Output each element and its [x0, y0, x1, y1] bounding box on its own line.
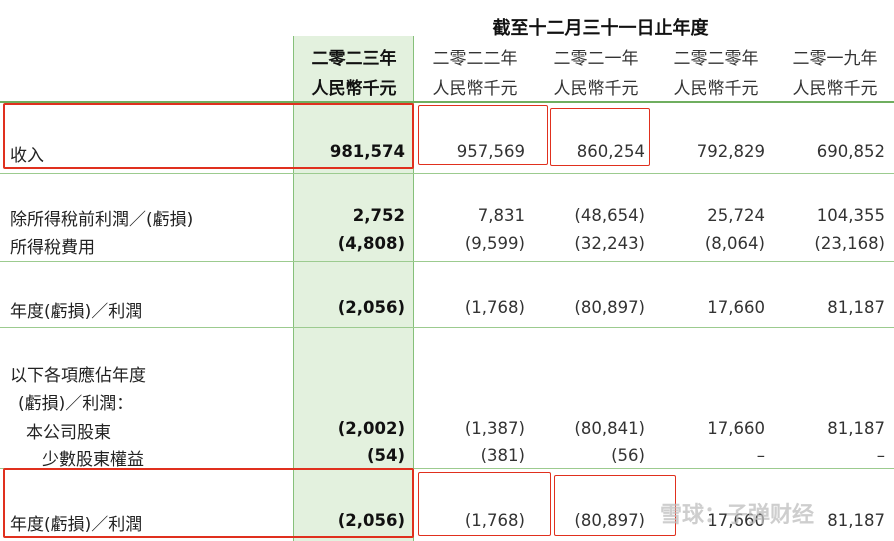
cell-revenue-2019: 690,852	[816, 142, 885, 161]
cell-pretax-2023: 2,752	[352, 206, 405, 225]
year-header-2020: 二零二零年	[673, 49, 759, 69]
cell-tax-2022: (9,599)	[464, 234, 525, 253]
unit-header-2019: 人民幣千元	[792, 79, 878, 99]
row-label-year-result: 年度(虧損)／利潤	[10, 302, 143, 322]
period-caption: 截至十二月三十一日止年度	[492, 18, 709, 39]
highlight-box-total-2022	[418, 472, 551, 536]
unit-header-2020: 人民幣千元	[673, 79, 759, 99]
row-label-tax: 所得稅費用	[10, 238, 95, 258]
year-header-2022: 二零二二年	[432, 49, 518, 69]
year-header-2021: 二零二一年	[553, 49, 639, 69]
highlight-box-revenue-2021	[550, 108, 650, 166]
cell-tax-2020: (8,064)	[704, 234, 765, 253]
unit-header-2023: 人民幣千元	[311, 79, 397, 99]
year-header-2023: 二零二三年	[311, 49, 397, 69]
year-header-2019: 二零一九年	[792, 49, 878, 69]
cell-revenue-2020: 792,829	[696, 142, 765, 161]
row-label-pretax: 除所得稅前利潤／(虧損)	[10, 210, 194, 230]
cell-pretax-2020: 25,724	[707, 206, 765, 225]
cell-pretax-2021: (48,654)	[574, 206, 645, 225]
highlight-box-revenue-2022	[418, 105, 548, 165]
cell-year-result-2023: (2,056)	[337, 298, 405, 317]
divider-after-tax	[0, 261, 894, 262]
cell-year-result-2021: (80,897)	[574, 298, 645, 317]
cell-pretax-2022: 7,831	[477, 206, 525, 225]
attrib-title-line-1: 以下各項應佔年度	[10, 366, 146, 386]
attrib-title-line-2: (虧損)／利潤：	[18, 394, 134, 414]
unit-header-2022: 人民幣千元	[432, 79, 518, 99]
cell-minority-2020: –	[756, 446, 765, 465]
highlight-box-total-2023	[3, 468, 414, 538]
row-label-owners: 本公司股東	[26, 423, 111, 443]
highlight-box-total-2021	[554, 475, 676, 536]
cell-minority-2023: (54)	[366, 446, 405, 465]
cell-tax-2023: (4,808)	[337, 234, 405, 253]
row-label-minority: 少數股東權益	[42, 450, 144, 470]
cell-year-result-2020: 17,660	[707, 298, 765, 317]
cell-owners-2019: 81,187	[827, 419, 885, 438]
cell-pretax-2019: 104,355	[816, 206, 885, 225]
cell-tax-2021: (32,243)	[574, 234, 645, 253]
cell-year-result-2019: 81,187	[827, 298, 885, 317]
divider-after-year-result	[0, 327, 894, 328]
cell-year-result-2022: (1,768)	[464, 298, 525, 317]
unit-header-2021: 人民幣千元	[553, 79, 639, 99]
cell-owners-2023: (2,002)	[337, 419, 405, 438]
cell-minority-2022: (381)	[480, 446, 525, 465]
cell-tax-2019: (23,168)	[814, 234, 885, 253]
watermark: 雪球：子弹财经	[660, 503, 815, 528]
cell-owners-2021: (80,841)	[574, 419, 645, 438]
cell-minority-2021: (56)	[611, 446, 645, 465]
highlight-box-revenue-2023	[3, 103, 414, 169]
divider-after-revenue	[0, 173, 894, 174]
cell-owners-2022: (1,387)	[464, 419, 525, 438]
cell-minority-2019: –	[876, 446, 885, 465]
cell-owners-2020: 17,660	[707, 419, 765, 438]
